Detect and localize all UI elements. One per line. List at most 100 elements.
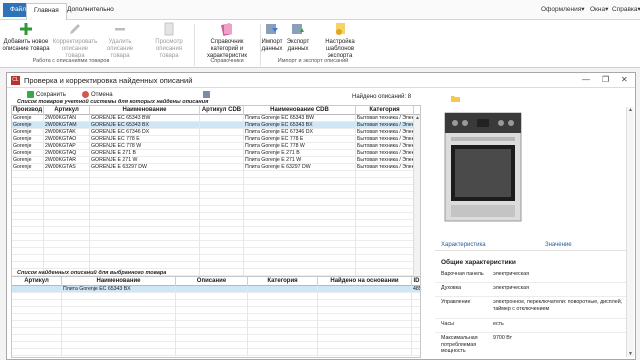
table-cell: Плита Gorenje EC 778 E [244, 136, 356, 143]
delete-description-label: Удалить описание товара [106, 39, 134, 59]
plus-icon [20, 23, 32, 35]
minimize-icon[interactable]: — [582, 75, 590, 84]
column-header[interactable]: Категория [248, 277, 318, 286]
table-cell [356, 248, 414, 255]
windows-menu[interactable]: Окна▾ [590, 3, 608, 17]
column-header[interactable]: Артикул [12, 277, 62, 286]
close-icon[interactable]: ✕ [621, 75, 628, 84]
view-description-button[interactable]: Просмотр описания товара [146, 22, 192, 60]
table-cell [200, 122, 244, 129]
table-row[interactable]: Gorenje 2W00KGTAS GORENJE E 63297 DW Плита … [12, 164, 420, 171]
table-cell [90, 199, 200, 206]
delete-description-button[interactable]: Удалить описание товара [100, 22, 140, 60]
scroll-up-icon[interactable]: ▲ [627, 107, 634, 113]
table-row[interactable] [12, 342, 420, 349]
tab-extra[interactable]: Дополнительно [60, 3, 121, 17]
scroll-up-icon[interactable]: ▲ [414, 115, 420, 122]
view-description-label: Просмотр описания товара [155, 39, 183, 59]
column-header[interactable]: Артикул [44, 106, 90, 115]
settings-icon[interactable] [203, 91, 210, 98]
scroll-down-icon[interactable]: ▼ [627, 351, 634, 357]
characteristic-row[interactable]: Духовка электрическая [435, 283, 629, 297]
table-cell [62, 342, 176, 349]
table-cell [200, 269, 244, 276]
table-row[interactable] [12, 349, 420, 356]
export-button[interactable]: Экспорт данных [286, 22, 310, 53]
table-row[interactable] [12, 192, 420, 199]
column-header[interactable]: Найдено на основании [318, 277, 412, 286]
table-row[interactable] [12, 255, 420, 262]
cancel-button[interactable]: Отмена [82, 91, 113, 98]
detail-panel-scrollbar[interactable]: ▲ ▼ [626, 107, 634, 357]
column-header[interactable]: ID [412, 277, 420, 286]
table-row[interactable]: Gorenje 2W00KGTAR GORENJE E 271 W Плита Gor… [12, 157, 420, 164]
table-row[interactable] [12, 321, 420, 328]
table-cell [318, 321, 412, 328]
table-cell [244, 178, 356, 185]
table-row[interactable] [12, 234, 420, 241]
column-header[interactable]: Артикул CDB [200, 106, 244, 115]
table-cell [176, 328, 248, 335]
table-row[interactable]: Плита Gorenje EC 65343 BX 485 [12, 286, 420, 293]
table-row[interactable] [12, 262, 420, 269]
column-header[interactable]: Наименование [62, 277, 176, 286]
column-header[interactable]: Значение [545, 242, 572, 248]
table-row[interactable] [12, 248, 420, 255]
column-header[interactable]: Характеристика [441, 242, 486, 248]
table-row[interactable] [12, 307, 420, 314]
table-row[interactable] [12, 335, 420, 342]
table-cell: 2W00KGTAR [44, 157, 90, 164]
column-header[interactable]: Производ [12, 106, 44, 115]
column-header[interactable]: Наименование CDB [244, 106, 356, 115]
table-cell [12, 293, 62, 300]
table-cell: 2W00KGTAQ [44, 150, 90, 157]
found-descriptions-table[interactable]: Артикул Наименование Описание Категория … [11, 276, 421, 358]
save-button[interactable]: Сохранить [27, 91, 66, 98]
table-row[interactable]: Gorenje 2W00KGTAQ GORENJE E 271 B Плита Gor… [12, 150, 420, 157]
table-row[interactable] [12, 178, 420, 185]
table-cell [412, 321, 420, 328]
column-header[interactable]: Описание [176, 277, 248, 286]
table-cell [44, 248, 90, 255]
import-button[interactable]: Импорт данных [260, 22, 284, 53]
characteristic-row[interactable]: Максимальная потребляемая мощность 9700 В… [435, 333, 629, 359]
edit-description-button[interactable]: Корректировать описание товара [52, 22, 98, 60]
table-row[interactable] [12, 199, 420, 206]
minus-icon [115, 28, 125, 31]
table-row[interactable] [12, 213, 420, 220]
table-row[interactable] [12, 293, 420, 300]
column-header[interactable]: Наименование [90, 106, 200, 115]
table-row[interactable]: Gorenje 2W00KGTAO GORENJE EC 778 E Плита Go… [12, 136, 420, 143]
table-cell [62, 307, 176, 314]
help-menu[interactable]: Справка▾ [612, 3, 640, 17]
table-row[interactable]: Gorenje 2W00KGTAM GORENJE EC 65343 BX Плита… [12, 122, 420, 129]
export-templates-button[interactable]: Настройка шаблонов экспорта [314, 22, 366, 60]
characteristic-row[interactable]: Варочная панель электрическая [435, 269, 629, 283]
table-row[interactable] [12, 220, 420, 227]
table-cell [90, 255, 200, 262]
table-row[interactable] [12, 241, 420, 248]
table-cell [12, 349, 62, 356]
table-row[interactable]: Gorenje 2W00KGTAK GORENJE EC 67346 DX Плита… [12, 129, 420, 136]
table-row[interactable] [12, 171, 420, 178]
add-description-button[interactable]: Добавить новое описание товара [2, 22, 50, 53]
table-cell [12, 199, 44, 206]
table-row[interactable]: Gorenje 2W00KGTAP GORENJE EC 778 W Плита Go… [12, 143, 420, 150]
table-row[interactable] [12, 314, 420, 321]
table-row[interactable] [12, 227, 420, 234]
table-row[interactable] [12, 300, 420, 307]
table-row[interactable] [12, 328, 420, 335]
characteristic-row[interactable]: Управление электронное, переключатели: по… [435, 297, 629, 319]
catalog-button[interactable]: Справочник категорий и характеристик [196, 22, 258, 60]
table-cell [244, 171, 356, 178]
characteristic-row[interactable]: Часы есть [435, 319, 629, 333]
product-image [444, 112, 522, 222]
table-row[interactable] [12, 185, 420, 192]
maximize-icon[interactable]: ❐ [602, 75, 609, 84]
table-row[interactable] [12, 206, 420, 213]
table-cell [90, 171, 200, 178]
column-header[interactable]: Категория [356, 106, 414, 115]
folder-icon[interactable] [451, 95, 460, 102]
table-row[interactable]: Gorenje 2W00KGTAN GORENJE EC 65343 BW Плита… [12, 115, 420, 122]
format-menu[interactable]: Оформления▾ [541, 3, 585, 17]
